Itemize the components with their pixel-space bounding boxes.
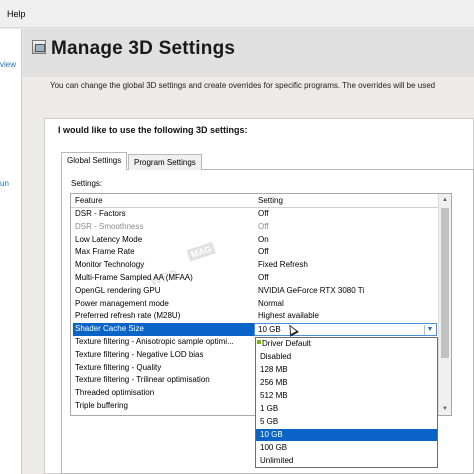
dropdown-option[interactable]: 5 GB [256, 416, 437, 428]
shader-cache-size-select[interactable]: 10 GB ▼ [254, 323, 437, 337]
feature-cell: DSR - Factors [75, 209, 126, 218]
table-row[interactable]: Monitor Technology Fixed Refresh [71, 259, 437, 272]
feature-cell: Texture filtering - Quality [75, 362, 162, 372]
setting-cell: Normal [258, 298, 284, 308]
feature-cell: Texture filtering - Trilinear optimisati… [75, 375, 210, 385]
settings-3d-icon [32, 40, 46, 54]
settings-question: I would like to use the following 3D set… [58, 125, 248, 135]
scroll-down-icon[interactable]: ▼ [439, 403, 451, 415]
dropdown-option-selected[interactable]: 10 GB [256, 429, 437, 442]
table-row[interactable]: Preferred refresh rate (M28U) Highest ava… [71, 310, 437, 323]
scroll-up-icon[interactable]: ▲ [439, 194, 451, 206]
header-setting: Setting [258, 196, 283, 205]
table-row[interactable]: Power management mode Normal [71, 298, 437, 311]
header-feature: Feature [75, 196, 103, 205]
table-row[interactable]: Max Frame Rate Off [71, 246, 437, 259]
dropdown-option[interactable]: 256 MB [256, 377, 437, 389]
nav-link-fragment[interactable]: view [0, 60, 16, 69]
menu-help[interactable]: Help [7, 9, 26, 19]
default-marker-icon [257, 340, 261, 344]
dropdown-option[interactable]: 128 MB [256, 364, 437, 376]
grid-header: Feature Setting [71, 194, 451, 208]
feature-cell: Preferred refresh rate (M28U) [75, 311, 181, 321]
table-row[interactable]: DSR - Smoothness Off [71, 221, 437, 234]
watermark-text: MAG [186, 241, 216, 262]
shader-cache-dropdown-list[interactable]: Driver Default Disabled 128 MB 256 MB 51… [255, 337, 438, 468]
feature-cell: Shader Cache Size [75, 324, 144, 334]
setting-cell: Off [258, 247, 269, 257]
page-title: Manage 3D Settings [51, 38, 236, 59]
setting-cell: Off [258, 221, 269, 231]
select-current-value: 10 GB [258, 325, 281, 335]
feature-cell: Triple buffering [75, 401, 128, 410]
dropdown-option[interactable]: 100 GB [256, 442, 437, 454]
feature-cell: Threaded optimisation [75, 388, 155, 398]
dropdown-option[interactable]: 1 GB [256, 403, 437, 415]
feature-cell: Texture filtering - Negative LOD bias [75, 349, 204, 359]
dropdown-option[interactable]: Unlimited [256, 455, 437, 467]
setting-cell: Fixed Refresh [258, 260, 308, 270]
scroll-thumb[interactable] [441, 208, 449, 358]
chevron-down-icon[interactable]: ▼ [424, 325, 435, 336]
nav-link-fragment[interactable]: un [0, 179, 9, 188]
table-row-selected[interactable]: Shader Cache Size 10 GB ▼ [71, 323, 437, 337]
dropdown-option[interactable]: 512 MB [256, 390, 437, 402]
menu-bar: Help [0, 0, 474, 28]
watermark-text: WER [148, 266, 180, 289]
tab-program-settings[interactable]: Program Settings [128, 154, 202, 170]
setting-cell: Off [258, 273, 269, 282]
intro-text: You can change the global 3D settings an… [50, 81, 436, 90]
setting-cell: Highest available [258, 311, 319, 321]
grid-scrollbar[interactable]: ▲ ▼ [438, 194, 451, 415]
left-navigation-pane: view un [0, 29, 22, 474]
dropdown-option[interactable]: Disabled [256, 351, 437, 363]
tab-global-settings[interactable]: Global Settings [61, 152, 128, 170]
setting-cell: NVIDIA GeForce RTX 3080 Ti [258, 285, 365, 295]
settings-label: Settings: [71, 179, 103, 188]
table-row[interactable]: Low Latency Mode On [71, 234, 437, 247]
dropdown-option[interactable]: Driver Default [256, 338, 437, 350]
setting-cell: On [258, 234, 269, 244]
table-row[interactable]: OpenGL rendering GPU NVIDIA GeForce RTX 3… [71, 285, 437, 298]
setting-cell: Off [258, 209, 269, 218]
page-header: Manage 3D Settings [23, 29, 474, 77]
table-row[interactable]: Multi-Frame Sampled AA (MFAA) Off [71, 272, 437, 285]
table-row[interactable]: DSR - Factors Off [71, 208, 437, 221]
feature-cell: Texture filtering - Anisotropic sample o… [75, 337, 234, 346]
